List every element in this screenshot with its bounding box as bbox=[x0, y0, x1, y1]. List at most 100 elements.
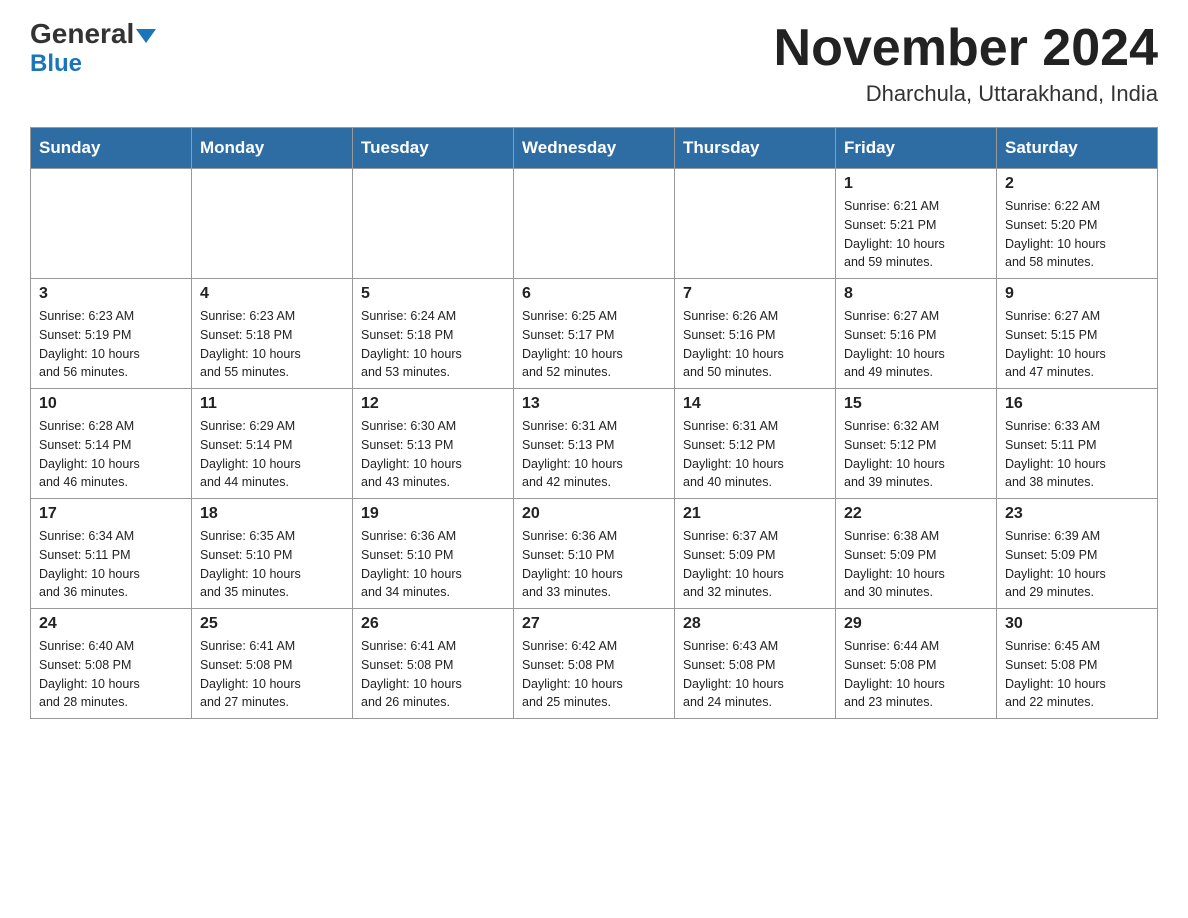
week-row-2: 3 Sunrise: 6:23 AMSunset: 5:19 PMDaylight… bbox=[31, 279, 1158, 389]
logo-general-text: General bbox=[30, 20, 156, 48]
day-info: Sunrise: 6:45 AMSunset: 5:08 PMDaylight:… bbox=[1005, 637, 1149, 712]
week-row-1: 1 Sunrise: 6:21 AMSunset: 5:21 PMDaylight… bbox=[31, 169, 1158, 279]
weekday-header-wednesday: Wednesday bbox=[514, 128, 675, 169]
day-number: 18 bbox=[200, 505, 344, 523]
day-number: 2 bbox=[1005, 175, 1149, 193]
day-number: 20 bbox=[522, 505, 666, 523]
day-info: Sunrise: 6:39 AMSunset: 5:09 PMDaylight:… bbox=[1005, 527, 1149, 602]
calendar-cell: 23 Sunrise: 6:39 AMSunset: 5:09 PMDayligh… bbox=[997, 499, 1158, 609]
day-number: 10 bbox=[39, 395, 183, 413]
day-number: 12 bbox=[361, 395, 505, 413]
calendar-cell: 12 Sunrise: 6:30 AMSunset: 5:13 PMDayligh… bbox=[353, 389, 514, 499]
day-number: 7 bbox=[683, 285, 827, 303]
day-number: 21 bbox=[683, 505, 827, 523]
calendar-cell: 21Sunrise: 6:37 AMSunset: 5:09 PMDayligh… bbox=[675, 499, 836, 609]
day-number: 16 bbox=[1005, 395, 1149, 413]
day-info: Sunrise: 6:43 AMSunset: 5:08 PMDaylight:… bbox=[683, 637, 827, 712]
weekday-header-sunday: Sunday bbox=[31, 128, 192, 169]
day-number: 5 bbox=[361, 285, 505, 303]
calendar-cell: 25Sunrise: 6:41 AMSunset: 5:08 PMDayligh… bbox=[192, 609, 353, 719]
weekday-header-monday: Monday bbox=[192, 128, 353, 169]
week-row-4: 17 Sunrise: 6:34 AMSunset: 5:11 PMDayligh… bbox=[31, 499, 1158, 609]
weekday-header-saturday: Saturday bbox=[997, 128, 1158, 169]
calendar-cell: 11 Sunrise: 6:29 AMSunset: 5:14 PMDayligh… bbox=[192, 389, 353, 499]
calendar-cell: 8 Sunrise: 6:27 AMSunset: 5:16 PMDaylight… bbox=[836, 279, 997, 389]
week-row-3: 10Sunrise: 6:28 AMSunset: 5:14 PMDayligh… bbox=[31, 389, 1158, 499]
calendar-cell: 1 Sunrise: 6:21 AMSunset: 5:21 PMDaylight… bbox=[836, 169, 997, 279]
day-number: 27 bbox=[522, 615, 666, 633]
day-number: 14 bbox=[683, 395, 827, 413]
day-number: 8 bbox=[844, 285, 988, 303]
calendar-cell: 9Sunrise: 6:27 AMSunset: 5:15 PMDaylight… bbox=[997, 279, 1158, 389]
day-number: 11 bbox=[200, 395, 344, 413]
day-info: Sunrise: 6:40 AMSunset: 5:08 PMDaylight:… bbox=[39, 637, 183, 712]
weekday-header-row: SundayMondayTuesdayWednesdayThursdayFrid… bbox=[31, 128, 1158, 169]
weekday-header-friday: Friday bbox=[836, 128, 997, 169]
calendar-cell: 15Sunrise: 6:32 AMSunset: 5:12 PMDayligh… bbox=[836, 389, 997, 499]
calendar-cell bbox=[31, 169, 192, 279]
calendar-cell: 10Sunrise: 6:28 AMSunset: 5:14 PMDayligh… bbox=[31, 389, 192, 499]
day-number: 3 bbox=[39, 285, 183, 303]
day-number: 23 bbox=[1005, 505, 1149, 523]
day-number: 1 bbox=[844, 175, 988, 193]
calendar-cell: 13 Sunrise: 6:31 AMSunset: 5:13 PMDayligh… bbox=[514, 389, 675, 499]
calendar-cell: 3 Sunrise: 6:23 AMSunset: 5:19 PMDaylight… bbox=[31, 279, 192, 389]
day-number: 29 bbox=[844, 615, 988, 633]
day-info: Sunrise: 6:41 AMSunset: 5:08 PMDaylight:… bbox=[200, 637, 344, 712]
logo-blue-text: Blue bbox=[30, 50, 82, 78]
calendar-cell: 20Sunrise: 6:36 AMSunset: 5:10 PMDayligh… bbox=[514, 499, 675, 609]
calendar-cell bbox=[353, 169, 514, 279]
day-number: 26 bbox=[361, 615, 505, 633]
weekday-header-tuesday: Tuesday bbox=[353, 128, 514, 169]
calendar-cell: 24 Sunrise: 6:40 AMSunset: 5:08 PMDayligh… bbox=[31, 609, 192, 719]
day-info: Sunrise: 6:23 AMSunset: 5:19 PMDaylight:… bbox=[39, 307, 183, 382]
day-info: Sunrise: 6:44 AMSunset: 5:08 PMDaylight:… bbox=[844, 637, 988, 712]
calendar-cell: 7 Sunrise: 6:26 AMSunset: 5:16 PMDaylight… bbox=[675, 279, 836, 389]
day-info: Sunrise: 6:31 AMSunset: 5:13 PMDaylight:… bbox=[522, 417, 666, 492]
day-info: Sunrise: 6:41 AMSunset: 5:08 PMDaylight:… bbox=[361, 637, 505, 712]
calendar-cell: 30 Sunrise: 6:45 AMSunset: 5:08 PMDayligh… bbox=[997, 609, 1158, 719]
day-info: Sunrise: 6:36 AMSunset: 5:10 PMDaylight:… bbox=[361, 527, 505, 602]
day-info: Sunrise: 6:34 AMSunset: 5:11 PMDaylight:… bbox=[39, 527, 183, 602]
day-info: Sunrise: 6:33 AMSunset: 5:11 PMDaylight:… bbox=[1005, 417, 1149, 492]
day-number: 24 bbox=[39, 615, 183, 633]
calendar-cell: 29 Sunrise: 6:44 AMSunset: 5:08 PMDayligh… bbox=[836, 609, 997, 719]
day-info: Sunrise: 6:23 AMSunset: 5:18 PMDaylight:… bbox=[200, 307, 344, 382]
calendar-cell bbox=[192, 169, 353, 279]
day-info: Sunrise: 6:25 AMSunset: 5:17 PMDaylight:… bbox=[522, 307, 666, 382]
calendar-cell bbox=[514, 169, 675, 279]
logo-triangle-icon bbox=[136, 29, 156, 43]
calendar-cell: 14 Sunrise: 6:31 AMSunset: 5:12 PMDayligh… bbox=[675, 389, 836, 499]
day-info: Sunrise: 6:31 AMSunset: 5:12 PMDaylight:… bbox=[683, 417, 827, 492]
weekday-header-thursday: Thursday bbox=[675, 128, 836, 169]
day-info: Sunrise: 6:32 AMSunset: 5:12 PMDaylight:… bbox=[844, 417, 988, 492]
calendar-cell: 5Sunrise: 6:24 AMSunset: 5:18 PMDaylight… bbox=[353, 279, 514, 389]
calendar-cell: 16 Sunrise: 6:33 AMSunset: 5:11 PMDayligh… bbox=[997, 389, 1158, 499]
day-number: 28 bbox=[683, 615, 827, 633]
calendar-table: SundayMondayTuesdayWednesdayThursdayFrid… bbox=[30, 127, 1158, 719]
title-area: November 2024 Dharchula, Uttarakhand, In… bbox=[774, 20, 1158, 107]
calendar-cell: 28 Sunrise: 6:43 AMSunset: 5:08 PMDayligh… bbox=[675, 609, 836, 719]
day-info: Sunrise: 6:29 AMSunset: 5:14 PMDaylight:… bbox=[200, 417, 344, 492]
logo: General Blue bbox=[30, 20, 156, 78]
day-number: 30 bbox=[1005, 615, 1149, 633]
day-number: 6 bbox=[522, 285, 666, 303]
day-info: Sunrise: 6:22 AMSunset: 5:20 PMDaylight:… bbox=[1005, 197, 1149, 272]
day-number: 17 bbox=[39, 505, 183, 523]
day-info: Sunrise: 6:35 AMSunset: 5:10 PMDaylight:… bbox=[200, 527, 344, 602]
calendar-cell: 4Sunrise: 6:23 AMSunset: 5:18 PMDaylight… bbox=[192, 279, 353, 389]
day-number: 13 bbox=[522, 395, 666, 413]
day-info: Sunrise: 6:30 AMSunset: 5:13 PMDaylight:… bbox=[361, 417, 505, 492]
day-info: Sunrise: 6:38 AMSunset: 5:09 PMDaylight:… bbox=[844, 527, 988, 602]
calendar-cell: 2 Sunrise: 6:22 AMSunset: 5:20 PMDaylight… bbox=[997, 169, 1158, 279]
day-info: Sunrise: 6:26 AMSunset: 5:16 PMDaylight:… bbox=[683, 307, 827, 382]
calendar-cell: 22 Sunrise: 6:38 AMSunset: 5:09 PMDayligh… bbox=[836, 499, 997, 609]
day-info: Sunrise: 6:27 AMSunset: 5:16 PMDaylight:… bbox=[844, 307, 988, 382]
day-number: 19 bbox=[361, 505, 505, 523]
week-row-5: 24 Sunrise: 6:40 AMSunset: 5:08 PMDayligh… bbox=[31, 609, 1158, 719]
calendar-cell: 27Sunrise: 6:42 AMSunset: 5:08 PMDayligh… bbox=[514, 609, 675, 719]
day-info: Sunrise: 6:27 AMSunset: 5:15 PMDaylight:… bbox=[1005, 307, 1149, 382]
day-info: Sunrise: 6:21 AMSunset: 5:21 PMDaylight:… bbox=[844, 197, 988, 272]
calendar-cell: 19 Sunrise: 6:36 AMSunset: 5:10 PMDayligh… bbox=[353, 499, 514, 609]
day-number: 22 bbox=[844, 505, 988, 523]
